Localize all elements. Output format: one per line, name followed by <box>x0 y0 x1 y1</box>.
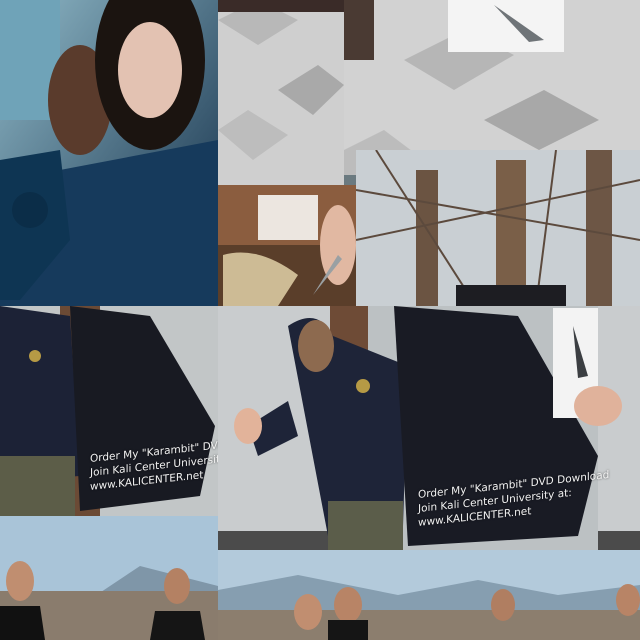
tile-training-left: Order My "Karambit" DVD Download Join Ka… <box>0 306 218 516</box>
tile-snowy-trees <box>356 150 640 306</box>
tile-outdoor-right <box>218 550 640 640</box>
tile-knife-closeup <box>218 185 356 306</box>
tile-movie-still <box>0 0 218 306</box>
tile-floor-left <box>218 0 344 185</box>
tile-training-right: Order My "Karambit" DVD Download Join Ka… <box>218 306 640 550</box>
photo-collage: Order My "Karambit" DVD Download Join Ka… <box>0 0 640 640</box>
tile-floor-right <box>344 0 640 175</box>
tile-outdoor-left <box>0 516 218 640</box>
